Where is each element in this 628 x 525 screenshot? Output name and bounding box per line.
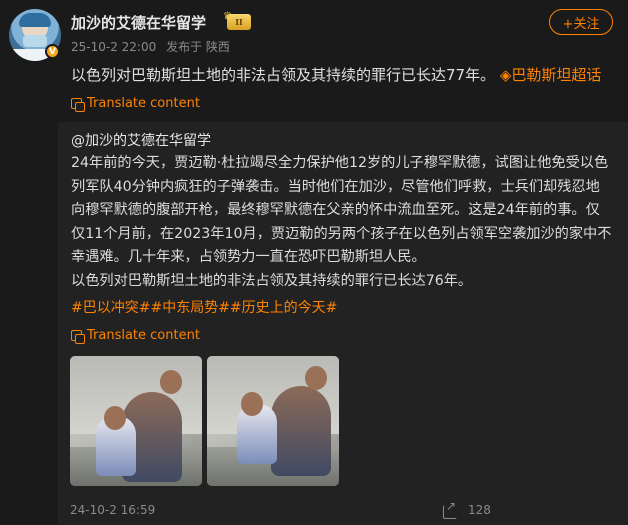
- post-meta: 25-10-2 22:00 发布于 陕西: [71, 38, 236, 55]
- translate-icon: [71, 97, 85, 112]
- translate-label: Translate content: [87, 328, 200, 343]
- photo-figure-head: [104, 406, 126, 430]
- avatar-mask: [23, 35, 47, 47]
- photo-figure-man: [271, 386, 331, 476]
- repost-line: 幸遇难。几十年来，占领势力一直在恐吓巴勒斯坦人民。: [71, 249, 426, 266]
- weibo-post: V 加沙的艾德在华留学 ♛ II 25-10-2 22:00 发布于 陕西 +关…: [0, 0, 628, 525]
- post-source: 发布于 陕西: [166, 40, 230, 54]
- avatar-cap: [19, 13, 51, 27]
- photo-thumbnail[interactable]: [70, 356, 202, 486]
- diamond-topic-icon: ◈: [499, 66, 512, 84]
- crown-icon: ♛: [223, 11, 232, 22]
- repost-card[interactable]: @加沙的艾德在华留学 24年前的今天，贾迈勒·杜拉竭尽全力保护他12岁的儿子穆罕…: [58, 122, 628, 525]
- translate-button[interactable]: Translate content: [71, 96, 200, 112]
- follow-button[interactable]: +关注: [549, 9, 613, 35]
- post-date[interactable]: 25-10-2 22:00: [71, 40, 156, 54]
- share-icon[interactable]: [443, 499, 457, 519]
- translate-icon: [71, 329, 85, 344]
- repost-line: 24年前的今天，贾迈勒·杜拉竭尽全力保护他12岁的儿子穆罕默德，试图让他免受以色: [71, 155, 609, 171]
- photo-figure-head: [241, 392, 263, 416]
- username[interactable]: 加沙的艾德在华留学: [71, 12, 206, 33]
- level-badge-label: II: [235, 17, 243, 27]
- supertopic-label: 巴勒斯坦超话: [511, 66, 602, 84]
- post-text: 以色列对巴勒斯坦土地的非法占领及其持续的罪行已长达77年。 ◈巴勒斯坦超话: [71, 64, 601, 85]
- repost-body: 24年前的今天，贾迈勒·杜拉竭尽全力保护他12岁的儿子穆罕默德，试图让他免受以色…: [71, 152, 616, 294]
- translate-button[interactable]: Translate content: [71, 328, 200, 344]
- repost-line: 向穆罕默德的腹部开枪，最终穆罕默德在父亲的怀中流血至死。这是24年前的事。仅: [71, 202, 600, 219]
- repost-line: 以色列对巴勒斯坦土地的非法占领及其持续的罪行已长达76年。: [71, 272, 473, 289]
- repost-author[interactable]: @加沙的艾德在华留学: [71, 130, 211, 150]
- level-badge-icon: ♛ II: [223, 11, 251, 30]
- share-count[interactable]: 128: [468, 503, 491, 517]
- translate-label: Translate content: [87, 96, 200, 111]
- repost-line: 列军队40分钟内疯狂的子弹袭击。当时他们在加沙，尽管他们呼救，士兵们却残忍地: [71, 178, 600, 195]
- post-body: 以色列对巴勒斯坦土地的非法占领及其持续的罪行已长达77年。: [71, 66, 496, 84]
- photo-thumbnail[interactable]: [207, 356, 339, 486]
- verified-icon: V: [45, 44, 60, 59]
- photo-figure-head: [160, 370, 182, 394]
- repost-timestamp[interactable]: 24-10-2 16:59: [70, 503, 155, 517]
- repost-line: 仅11个月前，在2023年10月，贾迈勒的另两个孩子在以色列占领军空袭加沙的家中…: [71, 225, 612, 242]
- photo-figure-head: [305, 366, 327, 390]
- supertopic-link[interactable]: ◈巴勒斯坦超话: [500, 66, 602, 84]
- hashtag-links[interactable]: #巴以冲突##中东局势##历史上的今天#: [71, 297, 337, 317]
